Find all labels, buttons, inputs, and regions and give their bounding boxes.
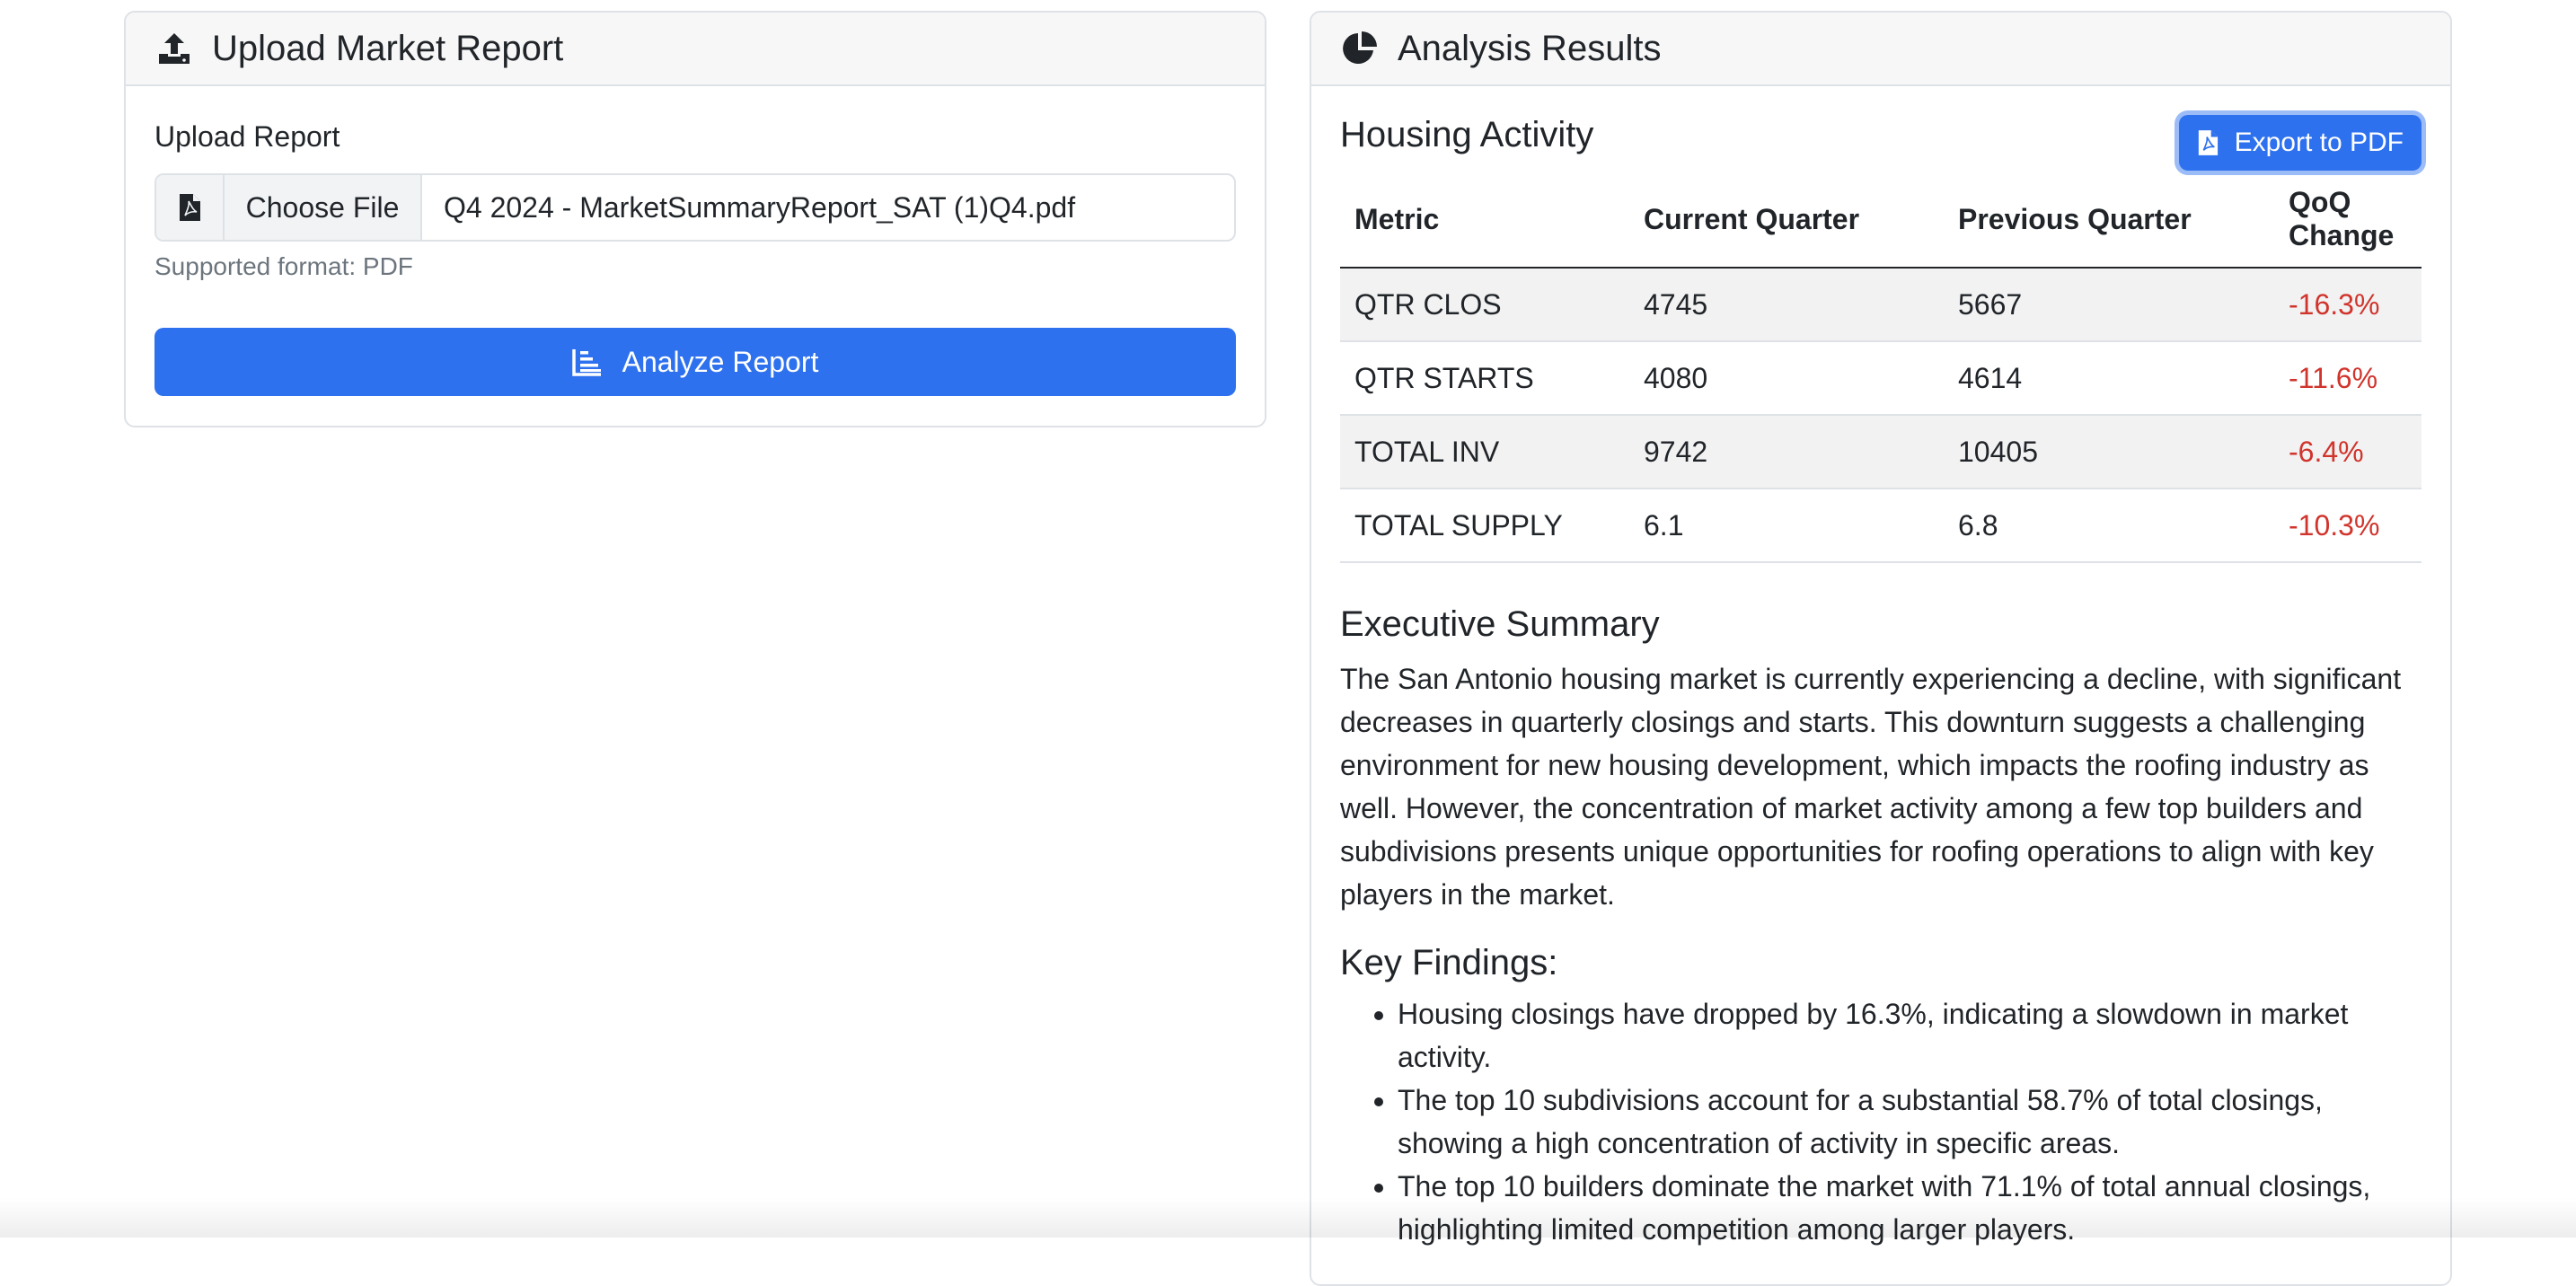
previous-value-cell: 4614 bbox=[1944, 341, 2274, 416]
choose-file-button[interactable]: Choose File bbox=[225, 175, 422, 240]
metric-cell: QTR STARTS bbox=[1340, 341, 1629, 416]
upload-card-header: Upload Market Report bbox=[126, 13, 1265, 86]
qoq-change-cell: -6.4% bbox=[2274, 415, 2422, 489]
analyze-report-button[interactable]: Analyze Report bbox=[154, 328, 1236, 396]
qoq-change-cell: -16.3% bbox=[2274, 268, 2422, 342]
current-value-cell: 9742 bbox=[1629, 415, 1944, 489]
file-pdf-icon bbox=[2197, 128, 2222, 157]
file-pdf-icon[interactable] bbox=[156, 175, 225, 240]
analyze-report-label: Analyze Report bbox=[622, 345, 819, 378]
file-input-group[interactable]: Choose File Q4 2024 - MarketSummaryRepor… bbox=[154, 173, 1236, 242]
current-value-cell: 4745 bbox=[1629, 268, 1944, 342]
table-row: QTR CLOS 4745 5667 -16.3% bbox=[1340, 268, 2422, 342]
metric-cell: QTR CLOS bbox=[1340, 268, 1629, 342]
list-item: Housing closings have dropped by 16.3%, … bbox=[1398, 992, 2422, 1079]
supported-format-hint: Supported format: PDF bbox=[154, 252, 413, 280]
results-card: Analysis Results Housing Activity Export… bbox=[1310, 11, 2452, 1286]
pie-chart-icon bbox=[1340, 29, 1380, 68]
list-item: The top 10 subdivisions account for a su… bbox=[1398, 1079, 2422, 1165]
key-findings-heading: Key Findings: bbox=[1340, 943, 1558, 982]
upload-card-body: Upload Report Choose File Q4 2024 - Mark… bbox=[126, 86, 1265, 425]
previous-value-cell: 5667 bbox=[1944, 268, 2274, 342]
upload-icon bbox=[154, 29, 194, 68]
table-header-row: Metric Current Quarter Previous Quarter … bbox=[1340, 173, 2422, 269]
current-value-cell: 6.1 bbox=[1629, 489, 1944, 563]
key-findings-list: Housing closings have dropped by 16.3%, … bbox=[1340, 992, 2422, 1251]
housing-activity-table: Metric Current Quarter Previous Quarter … bbox=[1340, 173, 2422, 563]
column-header-current: Current Quarter bbox=[1629, 173, 1944, 269]
results-card-body: Housing Activity Export to PDF Metric Cu… bbox=[1311, 86, 2450, 1280]
executive-summary-heading: Executive Summary bbox=[1340, 604, 1660, 644]
current-value-cell: 4080 bbox=[1629, 341, 1944, 416]
bar-chart-icon bbox=[571, 346, 604, 378]
column-header-metric: Metric bbox=[1340, 173, 1629, 269]
results-card-header: Analysis Results bbox=[1311, 13, 2450, 86]
previous-value-cell: 10405 bbox=[1944, 415, 2274, 489]
table-row: TOTAL SUPPLY 6.1 6.8 -10.3% bbox=[1340, 489, 2422, 563]
qoq-change-cell: -11.6% bbox=[2274, 341, 2422, 416]
upload-card: Upload Market Report Upload Report Choos… bbox=[124, 11, 1266, 427]
table-row: TOTAL INV 9742 10405 -6.4% bbox=[1340, 415, 2422, 489]
upload-card-title: Upload Market Report bbox=[212, 28, 564, 68]
qoq-change-cell: -10.3% bbox=[2274, 489, 2422, 563]
executive-summary-text: The San Antonio housing market is curren… bbox=[1340, 663, 2402, 911]
upload-field-label: Upload Report bbox=[154, 120, 340, 153]
column-header-previous: Previous Quarter bbox=[1944, 173, 2274, 269]
list-item: The top 10 builders dominate the market … bbox=[1398, 1165, 2422, 1251]
previous-value-cell: 6.8 bbox=[1944, 489, 2274, 563]
metric-cell: TOTAL INV bbox=[1340, 415, 1629, 489]
results-card-title: Analysis Results bbox=[1398, 28, 1662, 68]
metric-cell: TOTAL SUPPLY bbox=[1340, 489, 1629, 563]
export-pdf-label: Export to PDF bbox=[2234, 128, 2404, 157]
column-header-qoq: QoQ Change bbox=[2274, 173, 2422, 269]
selected-file-name[interactable]: Q4 2024 - MarketSummaryReport_SAT (1)Q4.… bbox=[422, 175, 1234, 240]
export-pdf-button[interactable]: Export to PDF bbox=[2178, 115, 2422, 171]
table-row: QTR STARTS 4080 4614 -11.6% bbox=[1340, 341, 2422, 416]
